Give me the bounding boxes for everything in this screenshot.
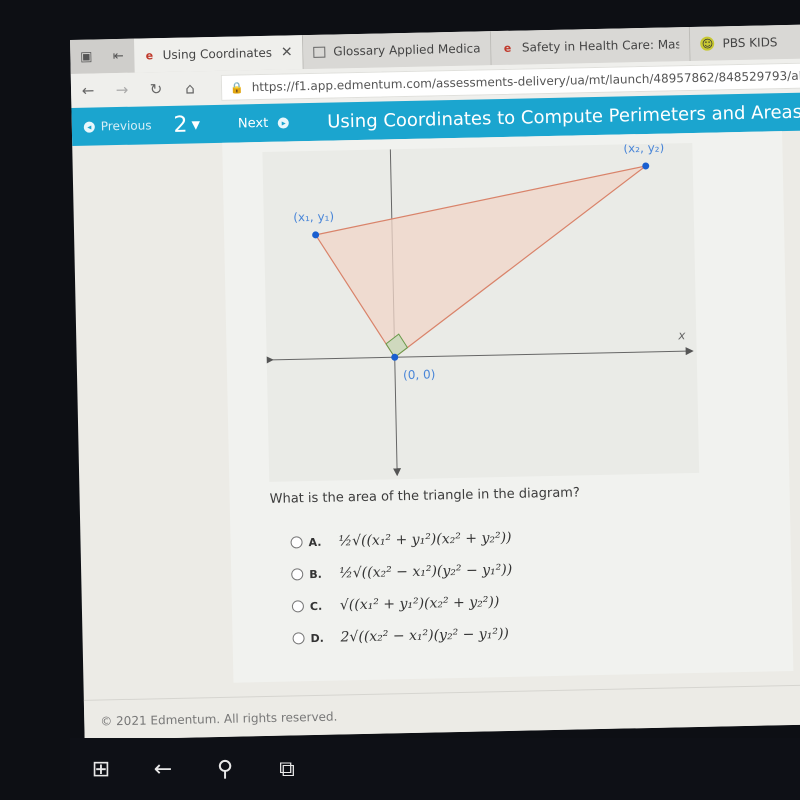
choice-letter: C. xyxy=(309,599,323,613)
footer: © 2021 Edmentum. All rights reserved. xyxy=(83,684,800,740)
lock-icon: 🔒 xyxy=(229,80,244,95)
radio-button[interactable] xyxy=(291,600,305,613)
tab-title: PBS KIDS xyxy=(722,35,778,51)
choice-letter: B. xyxy=(309,567,322,581)
arrow-right-icon: ▸ xyxy=(278,116,290,129)
windows-start-icon[interactable]: ⊞ xyxy=(70,757,132,782)
question-number-dropdown[interactable]: 2 ▼ xyxy=(173,112,201,138)
vertex-label: (x₁, y₁) xyxy=(293,210,334,225)
choice-b[interactable]: B. ½√((x₂² − x₁²)(y₂² − y₁²)) xyxy=(291,554,513,591)
diagram-svg: (x₁, y₁) (x₂, y₂) (0, 0) x xyxy=(265,141,694,477)
close-tab-icon[interactable]: ✕ xyxy=(281,44,293,60)
radio-button[interactable] xyxy=(290,536,303,549)
tab-title: Glossary Applied Medical Te xyxy=(333,41,481,59)
page-icon xyxy=(313,46,326,58)
question-card: (x₁, y₁) (x₂, y₂) (0, 0) x What is the are… xyxy=(222,131,794,683)
arrow-left-icon: ◂ xyxy=(83,121,95,133)
edmentum-icon: e xyxy=(145,48,154,62)
task-view-icon[interactable]: ⧉ xyxy=(256,757,318,782)
refresh-icon[interactable]: ↻ xyxy=(139,80,173,99)
question-text: What is the area of the triangle in the … xyxy=(269,485,580,507)
answer-choices: A. ½√((x₁² + y₁²)(x₂² + y₂²)) B. ½√((x₂²… xyxy=(290,522,514,655)
windows-taskbar: ⊞ ← ⚲ ⧉ xyxy=(70,738,800,800)
choice-letter: D. xyxy=(310,631,325,645)
home-icon[interactable]: ⌂ xyxy=(173,79,207,98)
tab-safety-health-care[interactable]: e Safety in Health Care: Maste xyxy=(490,27,691,66)
previous-button[interactable]: ◂ Previous xyxy=(72,118,164,134)
choice-expression: ½√((x₂² − x₁²)(y₂² − y₁²)) xyxy=(339,561,513,582)
choice-expression: ½√((x₁² + y₁²)(x₂² + y₂²)) xyxy=(338,529,512,550)
tab-using-coordinates[interactable]: e Using Coordinates to Co ✕ xyxy=(133,35,305,73)
choice-letter: A. xyxy=(308,535,322,549)
set-aside-tabs-icon[interactable]: ⇤ xyxy=(102,39,135,74)
tab-preview-icon[interactable]: ▣ xyxy=(70,39,103,74)
browser-window: ▣ ⇤ e Using Coordinates to Co ✕ Glossary… xyxy=(70,24,800,740)
tab-title: Safety in Health Care: Maste xyxy=(521,37,680,55)
radio-button[interactable] xyxy=(292,632,305,645)
tab-pbs-kids[interactable]: ☺ PBS KIDS xyxy=(690,24,800,62)
forward-icon[interactable]: → xyxy=(105,81,139,100)
triangle-diagram: (x₁, y₁) (x₂, y₂) (0, 0) x xyxy=(262,141,700,482)
toolbar-divider xyxy=(308,103,310,142)
next-label: Next xyxy=(237,115,269,131)
x-axis xyxy=(265,347,694,364)
back-arrow-icon[interactable]: ← xyxy=(132,757,194,782)
choice-expression: 2√((x₂² − x₁²)(y₂² − y₁²)) xyxy=(340,625,510,646)
copyright-text: © 2021 Edmentum. All rights reserved. xyxy=(100,709,338,729)
tab-glossary[interactable]: Glossary Applied Medical Te xyxy=(303,31,492,70)
question-number: 2 xyxy=(173,112,188,138)
choice-a[interactable]: A. ½√((x₁² + y₁²)(x₂² + y₂²)) xyxy=(290,522,512,559)
triangle-shape xyxy=(314,165,647,359)
chevron-down-icon: ▼ xyxy=(191,117,201,131)
tab-title: Using Coordinates to Co xyxy=(162,45,272,63)
radio-button[interactable] xyxy=(291,568,304,581)
next-button[interactable]: Next ▸ xyxy=(238,115,290,131)
x-axis-label: x xyxy=(677,328,686,342)
vertex-label: (0, 0) xyxy=(403,367,436,382)
search-icon[interactable]: ⚲ xyxy=(194,757,256,782)
assessment-title: Using Coordinates to Compute Perimeters … xyxy=(327,100,800,133)
previous-label: Previous xyxy=(100,118,152,134)
choice-d[interactable]: D. 2√((x₂² − x₁²)(y₂² − y₁²)) xyxy=(292,618,514,655)
vertex-label: (x₂, y₂) xyxy=(623,143,664,155)
edmentum-icon: e xyxy=(503,41,512,55)
url-text: https://f1.app.edmentum.com/assessments-… xyxy=(251,68,800,95)
pbs-kids-icon: ☺ xyxy=(700,36,715,51)
back-icon[interactable]: ← xyxy=(71,81,105,100)
choice-c[interactable]: C. √((x₁² + y₁²)(x₂² + y₂²)) xyxy=(291,586,514,623)
choice-expression: √((x₁² + y₁²)(x₂² + y₂²)) xyxy=(339,594,500,614)
